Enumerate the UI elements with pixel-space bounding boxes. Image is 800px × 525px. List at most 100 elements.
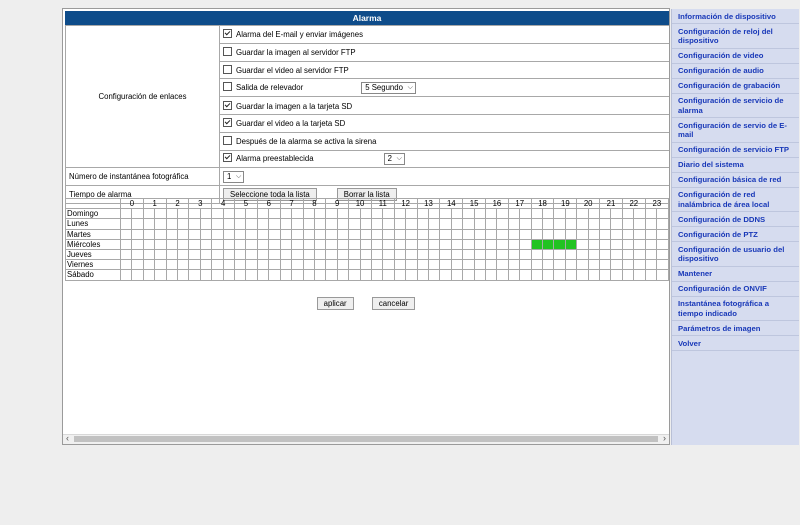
time-slot[interactable] xyxy=(621,208,635,220)
time-slot[interactable] xyxy=(621,228,635,240)
time-slot[interactable] xyxy=(313,218,327,230)
time-slot[interactable] xyxy=(325,269,338,281)
time-slot[interactable] xyxy=(279,269,293,281)
time-slot[interactable] xyxy=(234,228,247,240)
time-slot[interactable] xyxy=(154,218,167,230)
time-slot[interactable] xyxy=(382,259,395,271)
time-slot[interactable] xyxy=(599,248,612,261)
sidebar-link[interactable]: Diario del sistema xyxy=(672,158,799,173)
time-slot[interactable] xyxy=(405,269,418,281)
time-slot[interactable] xyxy=(462,269,475,281)
sidebar-link[interactable]: Configuración de PTZ xyxy=(672,227,799,242)
sidebar-link[interactable]: Configuración de video xyxy=(672,49,799,64)
time-slot[interactable] xyxy=(370,218,384,230)
time-slot[interactable] xyxy=(336,238,350,250)
time-slot[interactable] xyxy=(473,228,487,240)
time-slot[interactable] xyxy=(656,259,669,271)
time-slot[interactable] xyxy=(188,248,201,261)
sidebar-link[interactable]: Parámetros de imagen xyxy=(672,321,799,336)
time-slot[interactable] xyxy=(291,208,304,220)
time-slot[interactable] xyxy=(656,228,669,240)
time-slot[interactable] xyxy=(439,248,452,261)
time-slot[interactable] xyxy=(507,259,521,271)
time-slot[interactable] xyxy=(484,238,498,250)
time-slot[interactable] xyxy=(633,238,646,250)
time-slot[interactable] xyxy=(177,218,190,230)
option-select[interactable]: 5 Segundo ⌵ xyxy=(361,81,416,94)
time-slot[interactable] xyxy=(553,238,566,250)
time-slot[interactable] xyxy=(177,238,190,250)
time-slot[interactable] xyxy=(416,208,429,220)
time-slot[interactable] xyxy=(142,218,156,230)
time-slot[interactable] xyxy=(370,259,384,271)
time-slot[interactable] xyxy=(462,259,475,271)
time-slot[interactable] xyxy=(165,228,179,240)
time-slot[interactable] xyxy=(439,208,452,220)
time-slot[interactable] xyxy=(245,238,258,250)
time-slot[interactable] xyxy=(542,259,555,271)
time-slot[interactable] xyxy=(188,259,201,271)
sidebar-link[interactable]: Configuración de servicio FTP xyxy=(672,143,799,158)
time-slot[interactable] xyxy=(268,218,281,230)
time-slot[interactable] xyxy=(587,248,601,261)
time-slot[interactable] xyxy=(610,269,623,281)
time-slot[interactable] xyxy=(450,259,464,271)
time-slot[interactable] xyxy=(359,248,372,261)
time-slot[interactable] xyxy=(530,238,544,250)
time-slot[interactable] xyxy=(291,218,304,230)
time-slot[interactable] xyxy=(359,228,372,240)
time-slot[interactable] xyxy=(473,208,487,220)
time-slot[interactable] xyxy=(348,218,361,230)
time-slot[interactable] xyxy=(587,218,601,230)
time-slot[interactable] xyxy=(416,228,429,240)
time-slot[interactable] xyxy=(188,228,201,240)
time-slot[interactable] xyxy=(462,218,475,230)
time-slot[interactable] xyxy=(530,228,544,240)
time-slot[interactable] xyxy=(644,228,658,240)
time-slot[interactable] xyxy=(222,208,236,220)
apply-button[interactable]: aplicar xyxy=(316,297,354,310)
sidebar-link[interactable]: Configuración básica de red xyxy=(672,173,799,188)
time-slot[interactable] xyxy=(587,269,601,281)
time-slot[interactable] xyxy=(530,259,544,271)
time-slot[interactable] xyxy=(450,228,464,240)
time-slot[interactable] xyxy=(473,269,487,281)
time-slot[interactable] xyxy=(222,228,236,240)
scroll-left-icon[interactable]: ‹ xyxy=(63,434,72,443)
time-slot[interactable] xyxy=(165,208,179,220)
time-slot[interactable] xyxy=(154,208,167,220)
time-slot[interactable] xyxy=(245,259,258,271)
time-slot[interactable] xyxy=(416,238,429,250)
time-slot[interactable] xyxy=(142,259,156,271)
time-slot[interactable] xyxy=(199,248,213,261)
time-slot[interactable] xyxy=(621,259,635,271)
time-slot[interactable] xyxy=(473,238,487,250)
time-slot[interactable] xyxy=(656,238,669,250)
time-slot[interactable] xyxy=(370,208,384,220)
time-slot[interactable] xyxy=(564,238,578,250)
time-slot[interactable] xyxy=(142,248,156,261)
time-slot[interactable] xyxy=(291,228,304,240)
time-slot[interactable] xyxy=(427,269,441,281)
time-slot[interactable] xyxy=(177,208,190,220)
time-slot[interactable] xyxy=(234,248,247,261)
time-slot[interactable] xyxy=(245,218,258,230)
time-slot[interactable] xyxy=(313,259,327,271)
time-slot[interactable] xyxy=(222,269,236,281)
time-slot[interactable] xyxy=(450,208,464,220)
time-slot[interactable] xyxy=(302,208,315,220)
time-slot[interactable] xyxy=(234,269,247,281)
time-slot[interactable] xyxy=(211,269,224,281)
sidebar-link[interactable]: Configuración de ONVIF xyxy=(672,282,799,297)
time-slot[interactable] xyxy=(542,228,555,240)
time-slot[interactable] xyxy=(165,218,179,230)
time-slot[interactable] xyxy=(119,269,133,281)
time-slot[interactable] xyxy=(427,259,441,271)
time-slot[interactable] xyxy=(553,269,566,281)
time-slot[interactable] xyxy=(131,269,144,281)
time-slot[interactable] xyxy=(542,208,555,220)
scroll-right-icon[interactable]: › xyxy=(660,434,669,443)
time-slot[interactable] xyxy=(393,259,407,271)
time-slot[interactable] xyxy=(405,248,418,261)
time-slot[interactable] xyxy=(496,218,509,230)
